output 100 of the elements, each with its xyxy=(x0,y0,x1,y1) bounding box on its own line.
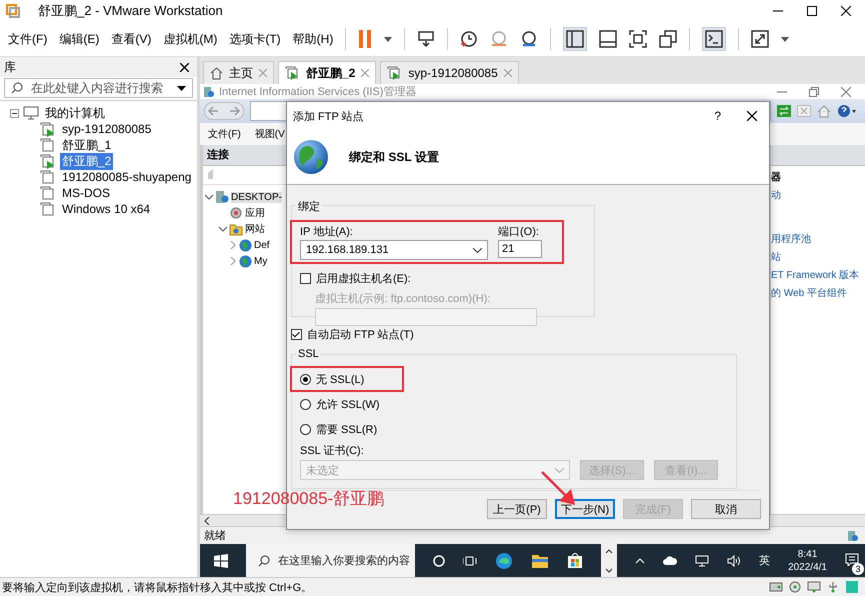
tree-item[interactable]: 1912080085-shuyapeng xyxy=(60,170,194,184)
action-link[interactable]: 用程序池 xyxy=(771,232,865,250)
restore-icon[interactable] xyxy=(809,86,819,96)
input-language[interactable]: 英 xyxy=(759,553,770,568)
stretch-icon[interactable] xyxy=(751,30,770,48)
action-link[interactable]: ET Framework 版本 xyxy=(771,268,865,286)
radio-button[interactable] xyxy=(300,374,311,384)
close-icon[interactable] xyxy=(841,6,851,16)
snapshot-icon[interactable] xyxy=(460,30,478,48)
help-button[interactable]: ? xyxy=(714,109,721,123)
store-icon[interactable] xyxy=(567,552,584,569)
fullscreen-icon[interactable] xyxy=(629,30,648,48)
start-icon[interactable] xyxy=(214,554,228,568)
tree-item[interactable]: Windows 10 x64 xyxy=(60,202,152,216)
action-link[interactable]: 站 xyxy=(771,250,865,268)
close-icon[interactable] xyxy=(180,62,189,72)
computer-icon xyxy=(23,106,39,120)
collapse-toggle-icon[interactable] xyxy=(10,108,19,118)
cortana-icon[interactable] xyxy=(433,554,446,566)
group-title: 绑定 xyxy=(296,199,322,214)
page-heading: 绑定和 SSL 设置 xyxy=(349,148,439,166)
chevron-down-icon xyxy=(555,468,564,472)
tab[interactable]: syp-1912080085 xyxy=(380,61,519,84)
clock-time[interactable]: 8:41 xyxy=(798,548,818,560)
refresh-icon[interactable] xyxy=(777,105,791,117)
scroll-left-icon[interactable] xyxy=(204,516,210,524)
dialog-button[interactable]: 取消 xyxy=(691,499,761,519)
tab[interactable]: 舒亚鹏_2 xyxy=(278,61,376,84)
host-name-field[interactable] xyxy=(315,308,537,326)
port-field[interactable]: 21 xyxy=(498,240,542,258)
help-icon[interactable] xyxy=(837,104,857,118)
tree-item[interactable]: 舒亚鹏_2 xyxy=(60,152,114,170)
usb-icon[interactable] xyxy=(827,581,839,593)
checkbox[interactable] xyxy=(300,273,311,284)
clock-date[interactable]: 2022/4/1 xyxy=(788,560,827,574)
close-icon[interactable] xyxy=(747,111,757,121)
tree-item[interactable]: MS-DOS xyxy=(60,186,112,200)
annotation-text: 1912080085-舒亚鹏 xyxy=(233,488,384,510)
menu-item[interactable]: 选项卡(T) xyxy=(229,30,281,48)
field-label: 端口(O): xyxy=(498,225,540,239)
tree-item[interactable]: 应用 xyxy=(245,206,265,220)
dialog-button[interactable]: 上一页(P) xyxy=(487,499,547,519)
console-icon[interactable] xyxy=(702,27,726,51)
radio-label: 需要 SSL(R) xyxy=(316,423,378,437)
pause-icon[interactable] xyxy=(358,30,372,48)
browser-icon[interactable] xyxy=(495,552,514,570)
action-link[interactable]: 的 Web 平台组件 xyxy=(771,286,865,304)
expand-toggle-icon[interactable] xyxy=(205,193,213,201)
unity-icon[interactable] xyxy=(659,30,678,48)
caret-icon[interactable] xyxy=(781,36,790,42)
globe-icon xyxy=(239,238,252,252)
cloud-icon[interactable] xyxy=(663,556,678,565)
radio-button[interactable] xyxy=(300,399,311,410)
sidebar-view-icon[interactable] xyxy=(563,27,588,51)
maximize-icon[interactable] xyxy=(807,6,817,16)
folder-icon xyxy=(229,222,243,236)
checkbox-label: 启用虚拟主机名(E): xyxy=(316,272,411,286)
notification-icon[interactable] xyxy=(845,552,859,566)
menu-item[interactable]: 查看(V) xyxy=(111,30,152,48)
tree-item[interactable]: My xyxy=(254,256,268,266)
tree-item[interactable]: Def xyxy=(254,240,270,250)
snapshot-manager-icon[interactable] xyxy=(520,30,538,48)
server-icon xyxy=(215,190,229,204)
search-field[interactable]: 在此处键入内容进行搜索 xyxy=(4,78,193,98)
menu-item[interactable]: 编辑(E) xyxy=(59,30,100,48)
tree-item[interactable]: DESKTOP- xyxy=(231,192,282,202)
menu-item[interactable]: 虚拟机(M) xyxy=(163,30,218,48)
group-title: SSL xyxy=(296,348,321,360)
expand-toggle-icon[interactable] xyxy=(229,241,237,249)
menu-item[interactable]: 文件(F) xyxy=(8,30,48,48)
expand-toggle-icon[interactable] xyxy=(219,225,227,233)
dialog-button[interactable]: 下一步(N) xyxy=(555,499,615,519)
cd-icon[interactable] xyxy=(789,581,801,593)
folder-icon[interactable] xyxy=(531,552,550,568)
send-keys-icon[interactable] xyxy=(417,30,436,48)
expand-toggle-icon[interactable] xyxy=(229,257,237,265)
radio-button[interactable] xyxy=(300,424,311,435)
volume-icon[interactable] xyxy=(727,554,742,566)
tree-item[interactable]: 我的计算机 xyxy=(43,104,107,122)
taskbar-search-field[interactable]: 在这里输入你要搜索的内容 xyxy=(246,544,416,577)
scroll-arrows-icon[interactable] xyxy=(605,548,614,574)
network-adapter-icon[interactable] xyxy=(807,581,821,593)
tree-item[interactable]: 网站 xyxy=(245,222,265,236)
tree-item[interactable]: syp-1912080085 xyxy=(60,122,154,136)
dropdown-arrow-icon[interactable] xyxy=(177,86,186,90)
tab[interactable]: 主页 xyxy=(203,61,274,84)
ip-address-dropdown[interactable]: 192.168.189.131 xyxy=(300,240,488,260)
menu-item[interactable]: 帮助(H) xyxy=(292,30,334,48)
checkbox[interactable] xyxy=(291,329,302,340)
globe-icon xyxy=(239,254,252,268)
chevron-up-icon[interactable] xyxy=(635,558,646,564)
thumbnail-view-icon[interactable] xyxy=(599,30,618,48)
server-icon xyxy=(203,86,215,98)
task-view-icon[interactable] xyxy=(463,554,478,566)
menu-item[interactable]: 视图(V xyxy=(254,127,285,141)
tree-item[interactable]: 舒亚鹏_1 xyxy=(60,136,114,154)
menu-item[interactable]: 文件(F) xyxy=(208,127,241,141)
caret-icon[interactable] xyxy=(384,36,392,42)
network-icon[interactable] xyxy=(695,554,710,566)
action-link[interactable]: 动 xyxy=(771,188,865,206)
